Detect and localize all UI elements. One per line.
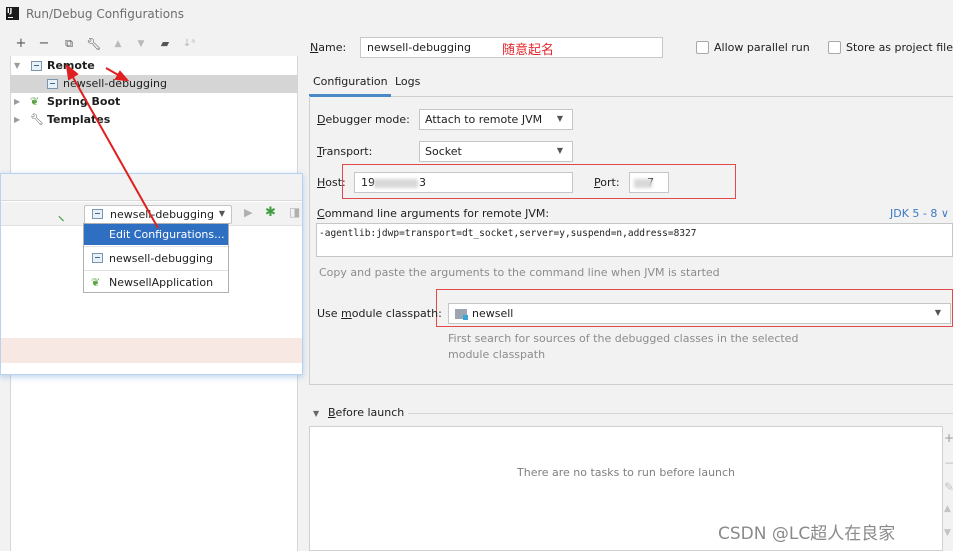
cmd-args-label: Command line arguments for remote JVM: bbox=[317, 207, 550, 220]
remove-icon[interactable]: − bbox=[36, 36, 52, 52]
edit-task-icon[interactable]: ✎ bbox=[944, 480, 953, 494]
store-as-project-file-checkbox[interactable] bbox=[828, 41, 841, 54]
collapsed-arrow-icon[interactable]: ▶ bbox=[14, 93, 24, 111]
dropdown-separator bbox=[84, 246, 228, 247]
allow-parallel-run-label: Allow parallel run bbox=[714, 41, 810, 54]
module-icon bbox=[455, 309, 468, 320]
redacted-blur bbox=[634, 179, 652, 188]
remote-config-icon bbox=[47, 79, 58, 89]
run-config-label: newsell-debugging bbox=[110, 208, 214, 221]
spring-boot-icon: ❦ bbox=[91, 276, 101, 289]
dropdown-item-label: NewsellApplication bbox=[109, 276, 214, 289]
tree-item-label: Templates bbox=[47, 113, 111, 126]
copy-icon[interactable]: ⧉ bbox=[61, 36, 77, 52]
port-input[interactable]: 7 bbox=[629, 172, 669, 193]
move-task-down-icon[interactable]: ▼ bbox=[944, 528, 953, 538]
name-value: newsell-debugging bbox=[367, 41, 471, 54]
before-launch-divider bbox=[408, 413, 953, 414]
cmd-args-hint: Copy and paste the arguments to the comm… bbox=[319, 266, 720, 279]
tree-item-newsell-debugging[interactable]: newsell-debugging bbox=[11, 75, 298, 93]
module-hint-line-2: module classpath bbox=[448, 348, 546, 361]
tree-item-label: Remote bbox=[47, 59, 95, 72]
dropdown-item-newsell-debugging[interactable]: newsell-debugging bbox=[84, 248, 228, 269]
cmd-args-value: -agentlib:jdwp=transport=dt_socket,serve… bbox=[319, 228, 697, 239]
port-label: Port: bbox=[594, 176, 620, 189]
collapsed-arrow-icon[interactable]: ▶ bbox=[14, 111, 24, 129]
add-task-icon[interactable]: + bbox=[944, 431, 953, 445]
collapse-arrow-icon[interactable]: ▼ bbox=[313, 409, 319, 418]
new-folder-icon[interactable]: ▰ bbox=[157, 36, 173, 52]
tab-logs[interactable]: Logs bbox=[395, 75, 420, 88]
debugger-mode-label: Debugger mode: bbox=[317, 113, 410, 126]
chevron-down-icon: ▼ bbox=[556, 114, 563, 123]
title-bar: IJ Run/Debug Configurations bbox=[0, 0, 953, 28]
name-annotation: 随意起名 bbox=[502, 43, 555, 58]
run-config-dropdown: Edit Configurations... newsell-debugging… bbox=[83, 223, 229, 293]
remove-task-icon[interactable]: − bbox=[944, 456, 953, 470]
remote-config-icon bbox=[92, 209, 103, 219]
jdk-version-link[interactable]: JDK 5 - 8 ∨ bbox=[890, 207, 949, 220]
before-launch-empty-text: There are no tasks to run before launch bbox=[517, 466, 736, 479]
module-classpath-select[interactable]: newsell ▼ bbox=[448, 303, 951, 324]
tree-item-label: Spring Boot bbox=[47, 95, 121, 108]
store-as-project-file-label: Store as project file bbox=[846, 41, 953, 54]
transport-value: Socket bbox=[425, 145, 462, 158]
dropdown-item-newsell-application[interactable]: ❦ NewsellApplication bbox=[84, 272, 228, 293]
build-hammer-icon[interactable]: ⸜ bbox=[58, 206, 65, 224]
module-classpath-label: Use module classpath: bbox=[317, 307, 442, 320]
move-task-up-icon[interactable]: ▲ bbox=[944, 504, 953, 514]
dropdown-separator bbox=[84, 270, 228, 271]
host-input[interactable]: 19 3 bbox=[354, 172, 573, 193]
redacted-blur bbox=[374, 179, 418, 188]
remote-icon bbox=[31, 61, 42, 71]
chevron-down-icon: ▼ bbox=[218, 209, 225, 218]
chevron-down-icon: ▼ bbox=[556, 146, 563, 155]
tree-item-label: newsell-debugging bbox=[63, 77, 167, 90]
dropdown-item-label: newsell-debugging bbox=[109, 252, 213, 265]
transport-select[interactable]: Socket ▼ bbox=[419, 141, 573, 162]
dropdown-item-label: Edit Configurations... bbox=[109, 228, 225, 241]
debug-icon[interactable]: ✱ bbox=[265, 205, 276, 220]
overlay-header bbox=[1, 174, 302, 201]
watermark: CSDN @LC超人在良家 bbox=[718, 524, 896, 544]
run-icon[interactable]: ▶ bbox=[244, 206, 252, 219]
wrench-icon[interactable]: 🔧︎ bbox=[86, 36, 102, 52]
intellij-logo-icon: IJ bbox=[6, 7, 19, 20]
tab-configuration[interactable]: Configuration bbox=[313, 75, 388, 88]
tree-item-remote[interactable]: ▼ Remote bbox=[11, 57, 298, 75]
coverage-icon[interactable]: ◨ bbox=[289, 205, 300, 219]
name-label: Name: bbox=[310, 41, 347, 54]
module-hint-line-1: First search for sources of the debugged… bbox=[448, 332, 799, 345]
add-icon[interactable]: + bbox=[13, 36, 29, 52]
wrench-icon: 🔧︎ bbox=[30, 113, 44, 126]
run-config-selector[interactable]: newsell-debugging ▼ bbox=[84, 205, 232, 224]
move-down-icon[interactable]: ▼ bbox=[133, 36, 149, 52]
host-label: Host: bbox=[317, 176, 346, 189]
sort-icon[interactable]: ↓ᵃ bbox=[181, 36, 197, 52]
spring-boot-icon: ❦ bbox=[30, 95, 40, 108]
transport-label: Transport: bbox=[317, 145, 373, 158]
highlight-band bbox=[1, 338, 302, 363]
dropdown-item-edit-configurations[interactable]: Edit Configurations... bbox=[84, 224, 228, 245]
tree-item-spring-boot[interactable]: ▶ ❦ Spring Boot bbox=[11, 93, 298, 111]
window-title: Run/Debug Configurations bbox=[26, 7, 184, 21]
remote-config-icon bbox=[92, 253, 103, 263]
debugger-mode-select[interactable]: Attach to remote JVM ▼ bbox=[419, 109, 573, 130]
allow-parallel-run-checkbox[interactable] bbox=[696, 41, 709, 54]
before-launch-label[interactable]: Before launch bbox=[328, 406, 404, 419]
move-up-icon[interactable]: ▲ bbox=[110, 36, 126, 52]
debugger-mode-value: Attach to remote JVM bbox=[425, 113, 543, 126]
chevron-down-icon: ▼ bbox=[934, 308, 941, 317]
expanded-arrow-icon[interactable]: ▼ bbox=[14, 57, 24, 75]
module-value: newsell bbox=[472, 307, 514, 320]
cmd-args-field[interactable]: -agentlib:jdwp=transport=dt_socket,serve… bbox=[316, 223, 953, 257]
tree-item-templates[interactable]: ▶ 🔧︎ Templates bbox=[11, 111, 298, 129]
